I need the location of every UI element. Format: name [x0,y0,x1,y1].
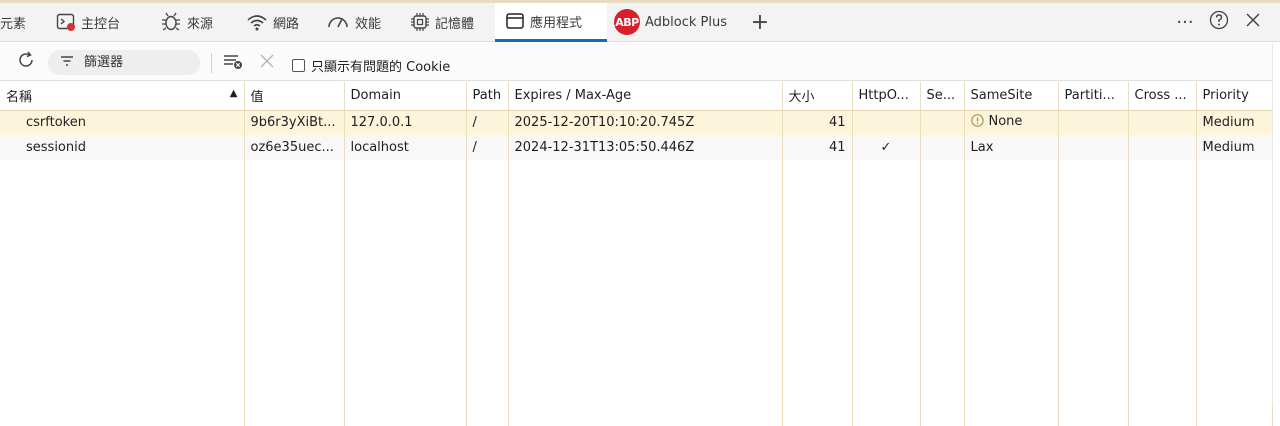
more-options-button[interactable]: ··· [1172,3,1198,41]
cell-httponly[interactable]: ✓ [852,135,921,160]
delete-selected-button[interactable] [256,52,278,74]
tab-label: 元素 [0,16,27,32]
cell-samesite[interactable]: None [964,110,1059,135]
tab-label: 網路 [273,16,300,32]
cell-secure[interactable] [920,110,965,135]
application-window-icon [505,11,525,31]
cell-priority[interactable]: Medium [1196,135,1273,160]
close-devtools-button[interactable] [1240,3,1266,41]
tab-application[interactable]: 應用程式 [495,3,607,42]
column-header-samesite[interactable]: SameSite [964,82,1059,111]
clear-filtered-cookies-button[interactable] [220,52,246,74]
abp-icon: ABP [614,9,640,35]
cell-secure[interactable] [920,135,965,160]
column-header-name[interactable]: 名稱 ▲ [0,82,245,111]
tab-label: 效能 [355,16,382,32]
refresh-button[interactable] [14,51,38,73]
table-row[interactable]: csrftoken 9b6r3yXiBt... 127.0.0.1 / 2025… [0,110,1273,135]
cell-size[interactable]: 41 [782,110,853,135]
tab-memory[interactable]: 記憶體 [410,3,474,41]
sort-ascending-icon: ▲ [229,88,238,100]
checkbox-box[interactable] [292,59,305,72]
tab-sources[interactable]: 來源 [160,3,213,41]
help-icon [1209,10,1229,34]
cell-priority[interactable]: Medium [1196,110,1273,135]
table-row[interactable]: sessionid oz6e35uec... localhost / 2024-… [0,135,1273,160]
clear-list-icon [222,52,244,74]
cell-path[interactable]: / [466,135,509,160]
tab-label: 主控台 [81,16,121,32]
cookies-toolbar: 只顯示有問題的 Cookie [0,43,1280,81]
bug-icon [160,12,182,32]
cell-path[interactable]: / [466,110,509,135]
delete-x-icon [260,54,274,72]
column-header-domain[interactable]: Domain [344,82,467,111]
cell-expires[interactable]: 2025-12-20T10:10:20.745Z [508,110,783,135]
tab-label: 應用程式 [530,15,583,31]
cell-partition[interactable] [1058,135,1129,160]
cell-size[interactable]: 41 [782,135,853,160]
checkbox-label: 只顯示有問題的 Cookie [311,60,451,75]
tab-label: 來源 [187,16,214,32]
column-header-httponly[interactable]: HttpO... [852,82,921,111]
tab-adblock-plus[interactable]: ABP Adblock Plus [614,3,727,41]
memory-chip-icon [410,12,430,32]
column-header-value[interactable]: 值 [244,82,345,111]
performance-icon [326,12,350,32]
add-tab-button[interactable]: + [748,3,772,41]
cell-name[interactable]: csrftoken [0,110,245,135]
table-header-row: 名稱 ▲ 值 Domain Path Expires / Max-Age 大小 H… [0,82,1273,111]
tab-label: 記憶體 [435,16,475,32]
tab-network[interactable]: 網路 [246,3,299,41]
vertical-scrollbar[interactable] [1272,43,1280,403]
cell-cross-site[interactable] [1128,135,1197,160]
cell-domain[interactable]: localhost [344,135,467,160]
cell-expires[interactable]: 2024-12-31T13:05:50.446Z [508,135,783,160]
samesite-value: None [988,114,1023,130]
column-header-path[interactable]: Path [466,82,509,111]
tab-console[interactable]: 主控台 [56,3,120,41]
console-icon [56,12,76,32]
filter-input[interactable] [82,54,192,71]
info-warning-icon [970,114,984,131]
column-header-priority[interactable]: Priority [1196,82,1273,111]
cell-value[interactable]: 9b6r3yXiBt... [244,110,345,135]
wifi-icon [246,12,268,32]
cell-samesite[interactable]: Lax [964,135,1059,160]
tab-performance[interactable]: 效能 [326,3,381,41]
cell-httponly[interactable] [852,110,921,135]
devtools-tab-bar: 元素 主控台 來源 網路 效能 記憶體 應用程式 ABP Adblock Plu… [0,3,1280,42]
column-header-partition[interactable]: Partiti... [1058,82,1129,111]
plus-icon: + [750,9,770,35]
issues-only-checkbox[interactable]: 只顯示有問題的 Cookie [292,56,450,75]
cookies-table-container: 名稱 ▲ 值 Domain Path Expires / Max-Age 大小 H… [0,82,1273,426]
column-header-secure[interactable]: Se... [920,82,965,111]
cell-partition[interactable] [1058,110,1129,135]
more-horizontal-icon: ··· [1176,11,1194,33]
tab-elements[interactable]: 元素 [0,3,40,41]
cell-domain[interactable]: 127.0.0.1 [344,110,467,135]
filter-icon [60,55,74,71]
column-header-expires[interactable]: Expires / Max-Age [508,82,783,111]
cell-cross-site[interactable] [1128,110,1197,135]
column-header-cross-site[interactable]: Cross ... [1128,82,1197,111]
cell-value[interactable]: oz6e35uec... [244,135,345,160]
cell-name[interactable]: sessionid [0,135,245,160]
close-icon [1245,12,1261,32]
refresh-icon [16,50,36,74]
table-empty-area [0,160,1273,426]
help-button[interactable] [1206,3,1232,41]
tab-label: Adblock Plus [645,14,728,30]
cookies-table: 名稱 ▲ 值 Domain Path Expires / Max-Age 大小 H… [0,82,1273,426]
column-header-size[interactable]: 大小 [782,82,853,111]
filter-box[interactable] [48,50,200,75]
toolbar-separator [211,53,212,73]
